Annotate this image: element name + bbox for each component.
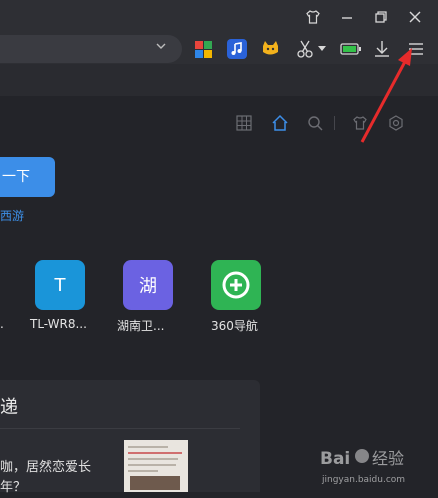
news-card-title: 递 bbox=[0, 397, 18, 418]
svg-text:jingyan.baidu.com: jingyan.baidu.com bbox=[321, 475, 405, 485]
cat-icon[interactable] bbox=[259, 37, 283, 61]
news-headline-line1: 咖，居然恋爱长 bbox=[0, 460, 92, 475]
apps-grid-icon[interactable] bbox=[191, 37, 215, 61]
svg-text:经验: 经验 bbox=[372, 449, 404, 468]
restore-button[interactable] bbox=[370, 6, 392, 28]
baidu-logo-icon: Bai 经验 jingyan.baidu.com bbox=[320, 449, 405, 485]
annotation-arrow-icon bbox=[360, 48, 412, 143]
minimize-button[interactable] bbox=[336, 6, 358, 28]
compass-icon bbox=[222, 271, 250, 299]
baidu-watermark: Bai 经验 jingyan.baidu.com bbox=[318, 438, 436, 486]
site-tile-tlwr[interactable]: T bbox=[35, 260, 85, 310]
site-label-truncated[interactable]: . bbox=[0, 317, 4, 331]
music-icon[interactable] bbox=[225, 37, 249, 61]
skin-icon[interactable] bbox=[302, 6, 324, 28]
grid-icon[interactable] bbox=[235, 114, 253, 132]
site-tile-hunan[interactable]: 湖 bbox=[123, 260, 173, 310]
news-headline-line2: 年？ bbox=[0, 480, 27, 495]
card-divider bbox=[0, 428, 240, 429]
title-bar bbox=[0, 0, 438, 34]
close-button[interactable] bbox=[404, 6, 426, 28]
site-label-hunan[interactable]: 湖南卫... bbox=[117, 317, 164, 334]
site-tile-letter: 湖 bbox=[139, 276, 157, 297]
site-tile-letter: T bbox=[54, 274, 66, 296]
scissors-icon[interactable] bbox=[294, 37, 318, 61]
chevron-down-icon[interactable] bbox=[155, 40, 167, 55]
news-thumbnail[interactable] bbox=[124, 440, 188, 492]
site-label-360[interactable]: 360导航 bbox=[211, 317, 258, 334]
news-headline[interactable]: 咖，居然恋爱长 年？ bbox=[0, 458, 91, 498]
address-bar[interactable] bbox=[0, 35, 182, 63]
nav-divider bbox=[334, 116, 335, 130]
svg-text:Bai: Bai bbox=[320, 449, 350, 469]
site-tile-360[interactable] bbox=[211, 260, 261, 310]
site-label-tlwr[interactable]: TL-WR8... bbox=[30, 317, 87, 331]
search-icon[interactable] bbox=[306, 114, 324, 132]
hot-search-link[interactable]: 西游 bbox=[0, 207, 24, 224]
home-icon[interactable] bbox=[271, 114, 289, 132]
caret-down-icon[interactable] bbox=[316, 37, 328, 61]
search-button[interactable]: 一下 bbox=[0, 157, 55, 197]
